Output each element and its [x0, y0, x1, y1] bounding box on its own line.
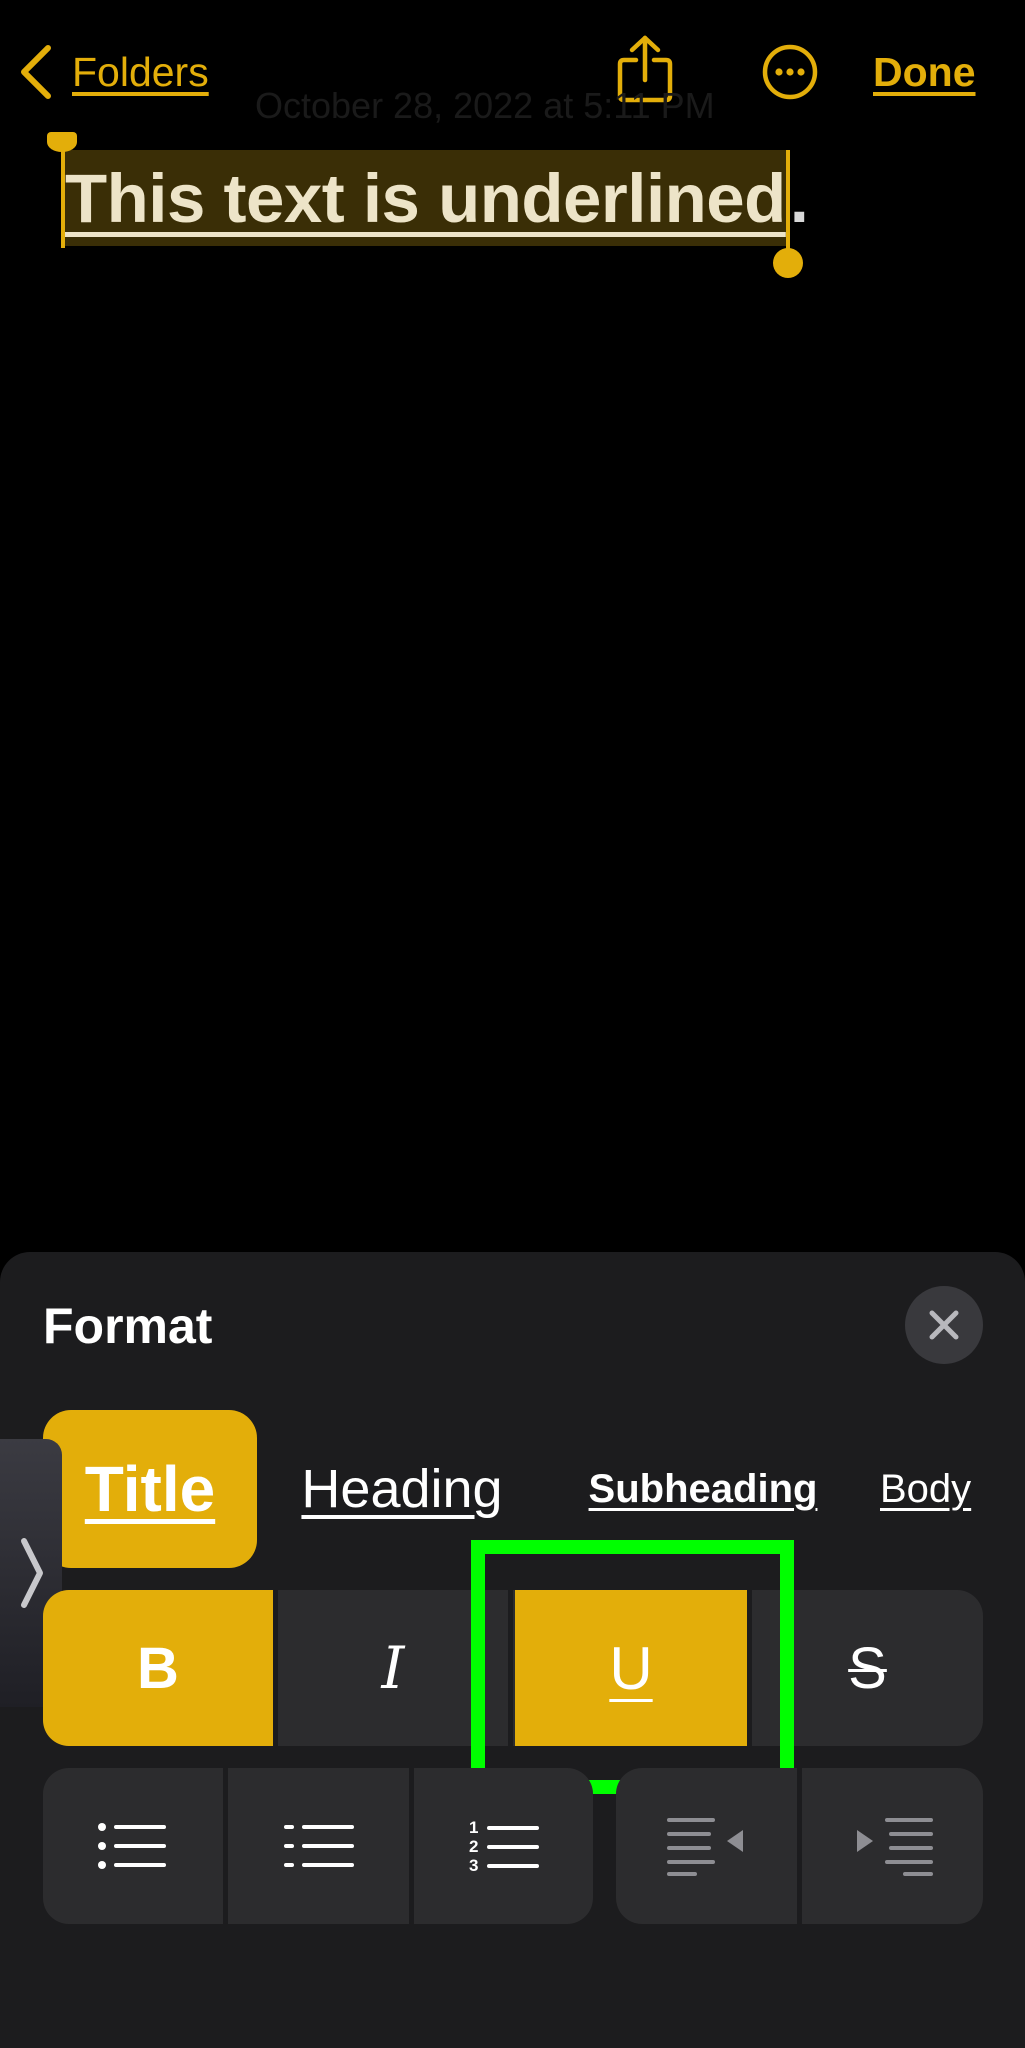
- bulleted-list-icon: [98, 1823, 166, 1869]
- bulleted-list-button[interactable]: [43, 1768, 223, 1924]
- style-body[interactable]: Body: [880, 1410, 1025, 1568]
- list-style-group: 1 2 3: [43, 1768, 593, 1924]
- note-date: October 28, 2022 at 5:11 PM: [255, 85, 715, 126]
- note-body[interactable]: This text is underlined .: [47, 132, 809, 278]
- numbered-list-button[interactable]: 1 2 3: [414, 1768, 593, 1924]
- note-trailing-text: .: [789, 159, 809, 237]
- more-button[interactable]: [762, 44, 818, 100]
- indent-group: [616, 1768, 983, 1924]
- style-heading-label: Heading: [301, 1459, 503, 1519]
- close-icon: [929, 1310, 959, 1340]
- underline-button[interactable]: U: [515, 1590, 747, 1746]
- svg-text:3: 3: [469, 1856, 478, 1873]
- italic-button-label: I: [381, 1634, 405, 1702]
- numbered-list-icon: 1 2 3: [469, 1819, 539, 1873]
- note-selected-text: This text is underlined: [65, 159, 786, 237]
- text-style-group: B I U S: [43, 1590, 983, 1746]
- outdent-button[interactable]: [616, 1768, 797, 1924]
- strikethrough-button-label: S: [848, 1635, 887, 1701]
- svg-text:1: 1: [469, 1819, 478, 1837]
- bold-button[interactable]: B: [43, 1590, 273, 1746]
- text-selection[interactable]: This text is underlined: [47, 132, 803, 278]
- paragraph-style-row: Title Heading Subheading Body: [0, 1410, 1025, 1568]
- style-title-label: Title: [84, 1453, 216, 1525]
- svg-text:2: 2: [469, 1837, 478, 1856]
- dashed-list-icon: [283, 1825, 354, 1867]
- style-title[interactable]: Title: [43, 1410, 257, 1568]
- done-button[interactable]: Done: [873, 44, 976, 100]
- style-subheading[interactable]: Subheading: [560, 1410, 846, 1568]
- ellipsis-circle-icon: [762, 44, 818, 100]
- selection-start-handle[interactable]: [47, 132, 77, 248]
- format-sheet-title: Format: [43, 1298, 213, 1354]
- outdent-icon: [666, 1818, 743, 1876]
- dashed-list-button[interactable]: [228, 1768, 409, 1924]
- back-button-label: Folders: [72, 49, 209, 95]
- bold-button-label: B: [137, 1635, 179, 1701]
- indent-button[interactable]: [802, 1768, 983, 1924]
- italic-button[interactable]: I: [278, 1590, 508, 1746]
- style-subheading-label: Subheading: [588, 1466, 818, 1511]
- chevron-left-icon: [21, 45, 51, 99]
- chevron-right-icon: [21, 1538, 43, 1608]
- close-button[interactable]: [905, 1286, 983, 1364]
- strikethrough-button[interactable]: S: [752, 1590, 983, 1746]
- indent-icon: [856, 1818, 933, 1876]
- style-body-label: Body: [880, 1466, 972, 1511]
- underline-button-label: U: [609, 1634, 653, 1702]
- style-heading[interactable]: Heading: [282, 1410, 522, 1568]
- back-button[interactable]: Folders: [18, 44, 209, 100]
- selection-end-handle[interactable]: [772, 150, 803, 280]
